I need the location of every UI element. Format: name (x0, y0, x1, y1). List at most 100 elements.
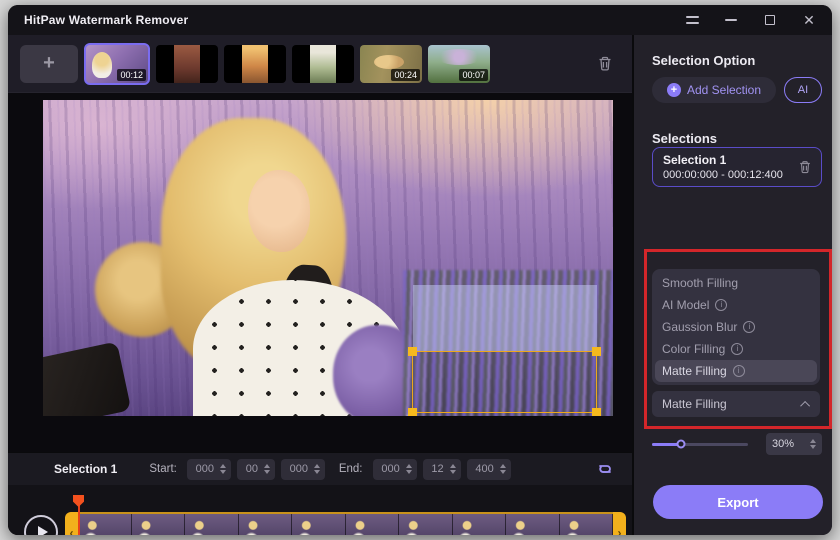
selection-buttons-row: + Add Selection AI (652, 77, 822, 103)
video-thumbnail-6[interactable]: 00:07 (428, 44, 490, 83)
info-icon[interactable]: i (743, 321, 756, 333)
selection-card-range: 000:00:000 - 000:12:400 (663, 169, 783, 181)
window-controls: ✕ (685, 13, 816, 27)
filmstrip-frame (399, 514, 453, 535)
filmstrip-frame (506, 514, 560, 535)
end-seconds-input[interactable] (427, 463, 448, 475)
title-bar: HitPaw Watermark Remover ✕ (8, 5, 832, 35)
sync-selection-button[interactable] (592, 456, 618, 482)
start-seconds-field[interactable] (236, 458, 275, 480)
end-minutes-field[interactable] (372, 458, 417, 480)
slider-knob[interactable] (676, 439, 686, 449)
chevron-up-icon (800, 400, 811, 411)
option-gaussion-blur[interactable]: Gaussion Blur i (652, 316, 820, 338)
filmstrip-frame (78, 514, 132, 535)
sidebar: Selection Option + Add Selection AI Sele… (634, 35, 832, 535)
selection-card[interactable]: Selection 1 000:00:000 - 000:12:400 (652, 147, 822, 187)
maximize-icon[interactable] (763, 13, 777, 27)
time-controls-row: Selection 1 Start: End: (8, 452, 632, 485)
app-window: HitPaw Watermark Remover ✕ + 00:12 00:24… (8, 5, 832, 535)
video-thumbnail-4[interactable] (292, 44, 354, 83)
export-button[interactable]: Export (653, 485, 823, 519)
filmstrip-frame (185, 514, 239, 535)
woman-face (248, 170, 310, 252)
option-color-filling[interactable]: Color Filling i (652, 338, 820, 360)
fill-options-dropdown-list: Smooth Filling AI Model i Gaussion Blur … (652, 269, 820, 385)
stepper-arrows[interactable] (499, 464, 506, 474)
info-icon[interactable]: i (731, 343, 744, 355)
filmstrip-frame (238, 514, 292, 535)
stepper-arrows[interactable] (405, 464, 412, 474)
timeline-strip[interactable]: ‹ › (65, 512, 626, 535)
stepper-arrows[interactable] (449, 464, 456, 474)
end-seconds-field[interactable] (422, 458, 461, 480)
selection-handle-top-right[interactable] (592, 347, 601, 356)
option-matte-filling[interactable]: Matte Filling i (655, 360, 817, 382)
selection-handle-bottom-left[interactable] (408, 408, 417, 416)
filmstrip[interactable] (78, 512, 613, 535)
playhead-marker[interactable] (73, 495, 84, 507)
play-button[interactable] (24, 515, 58, 535)
playhead-line[interactable] (78, 505, 80, 535)
start-millis-field[interactable] (280, 458, 325, 480)
start-minutes-input[interactable] (191, 463, 218, 475)
duration-badge: 00:12 (117, 68, 146, 81)
info-icon[interactable]: i (715, 299, 728, 311)
filmstrip-frame (131, 514, 185, 535)
selection-option-heading: Selection Option (652, 53, 756, 68)
trash-icon (800, 161, 810, 174)
end-millis-field[interactable] (466, 458, 511, 480)
duration-badge: 00:24 (391, 68, 420, 81)
fill-mode-dropdown[interactable]: Matte Filling (652, 391, 820, 417)
trim-handle-left[interactable]: ‹ (65, 512, 78, 535)
video-thumbnail-3[interactable] (224, 44, 286, 83)
video-thumbnail-5[interactable]: 00:24 (360, 44, 422, 83)
add-selection-button[interactable]: + Add Selection (652, 77, 776, 103)
matte-filling-preview-overlay (413, 285, 597, 351)
menu-icon[interactable] (685, 13, 699, 27)
thumbnail-bar: + 00:12 00:24 00:07 (8, 35, 632, 92)
duration-badge: 00:07 (459, 68, 488, 81)
sync-icon (599, 465, 611, 473)
start-millis-input[interactable] (285, 463, 312, 475)
stepper-arrows[interactable] (263, 464, 270, 474)
video-thumbnail-1[interactable]: 00:12 (84, 42, 150, 85)
opacity-value-field[interactable]: 30% (766, 433, 822, 455)
fill-mode-value: Matte Filling (662, 397, 727, 411)
stepper-arrows[interactable] (810, 439, 816, 449)
selection-handle-top-left[interactable] (408, 347, 417, 356)
add-video-button[interactable]: + (20, 44, 78, 83)
start-label: Start: (149, 463, 177, 475)
filmstrip-frame (452, 514, 506, 535)
ai-selection-button[interactable]: AI (784, 77, 822, 103)
filmstrip-frame (345, 514, 399, 535)
start-minutes-field[interactable] (186, 458, 231, 480)
start-seconds-input[interactable] (241, 463, 262, 475)
trash-icon (599, 56, 611, 71)
watermark-selection-box[interactable] (408, 347, 601, 416)
trim-handle-right[interactable]: › (613, 512, 626, 535)
end-minutes-input[interactable] (377, 463, 404, 475)
selection-card-name: Selection 1 (663, 153, 727, 167)
option-smooth-filling[interactable]: Smooth Filling (652, 272, 820, 294)
opacity-slider-row: 30% (652, 433, 822, 455)
close-icon[interactable]: ✕ (802, 13, 816, 27)
video-thumbnail-2[interactable] (156, 44, 218, 83)
plus-icon: + (666, 83, 681, 97)
selection-handle-bottom-right[interactable] (592, 408, 601, 416)
end-millis-input[interactable] (471, 463, 498, 475)
stepper-arrows[interactable] (313, 464, 320, 474)
end-label: End: (338, 463, 363, 475)
info-icon[interactable]: i (732, 365, 745, 377)
delete-selection-button[interactable] (798, 160, 812, 175)
stepper-arrows[interactable] (219, 464, 226, 474)
option-ai-model[interactable]: AI Model i (652, 294, 820, 316)
filmstrip-frame (559, 514, 613, 535)
play-icon (37, 526, 48, 535)
selections-heading: Selections (652, 131, 718, 146)
delete-video-button[interactable] (590, 49, 620, 79)
window-title: HitPaw Watermark Remover (24, 13, 189, 27)
video-frame (43, 100, 613, 416)
minimize-icon[interactable] (724, 13, 738, 27)
opacity-slider[interactable] (652, 439, 748, 449)
